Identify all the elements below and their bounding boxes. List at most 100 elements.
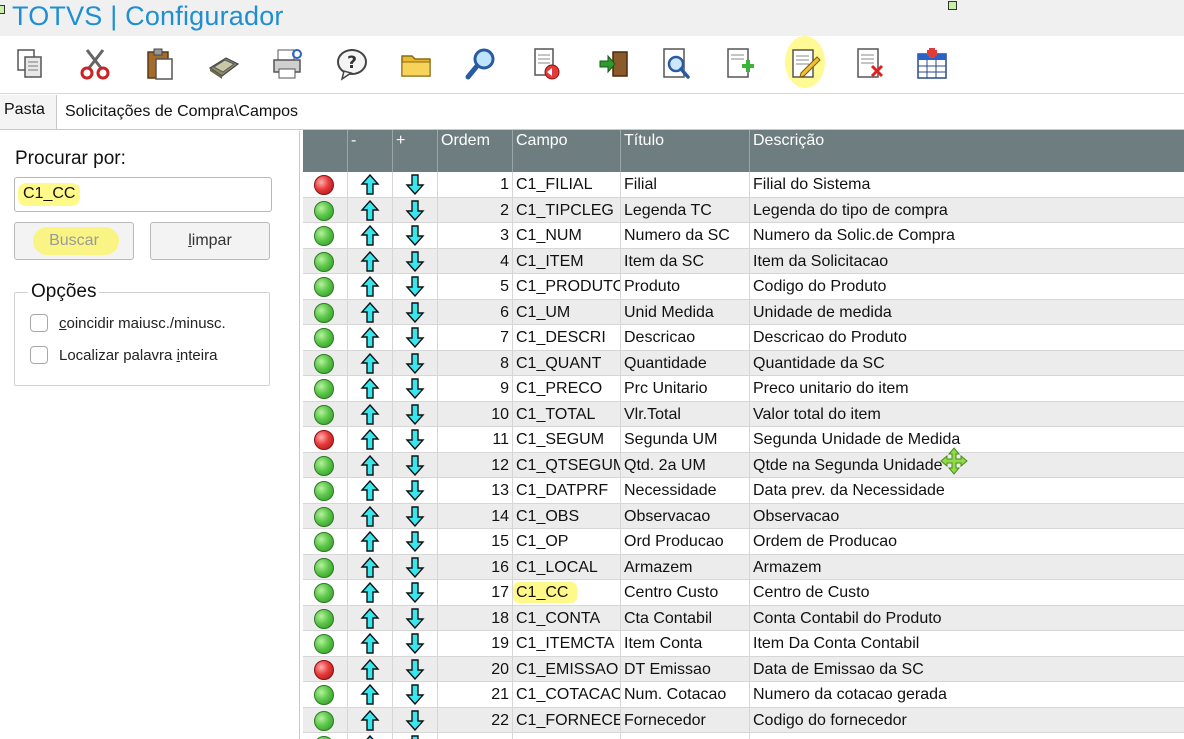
table-button[interactable] <box>910 42 954 86</box>
arrow-up-icon[interactable] <box>360 505 380 527</box>
move-up-cell[interactable] <box>348 656 393 682</box>
clear-button[interactable]: limpar <box>150 222 270 260</box>
move-down-cell[interactable] <box>393 274 438 299</box>
search-button[interactable] <box>459 42 503 86</box>
arrow-up-icon[interactable] <box>360 454 380 476</box>
move-down-cell[interactable] <box>393 376 438 401</box>
move-down-cell[interactable] <box>393 197 438 223</box>
arrow-down-icon[interactable] <box>405 199 425 221</box>
table-row[interactable]: 14 C1_OBS Observacao Observacao <box>303 503 1184 529</box>
arrow-up-icon[interactable] <box>360 428 380 450</box>
arrow-down-icon[interactable] <box>405 352 425 374</box>
table-row[interactable]: 21 C1_COTACAO Num. Cotacao Numero da cotaca… <box>303 682 1184 708</box>
arrow-down-icon[interactable] <box>405 429 425 451</box>
table-row[interactable]: 1 C1_FILIAL Filial Filial do Sistema <box>303 172 1184 198</box>
move-up-cell[interactable] <box>348 427 393 452</box>
move-up-cell[interactable] <box>348 401 393 427</box>
arrow-up-icon[interactable] <box>360 403 380 425</box>
delete-document-button[interactable] <box>848 42 892 86</box>
column-descricao[interactable]: Descrição <box>750 130 1184 172</box>
print-button[interactable] <box>266 42 310 86</box>
arrow-down-icon[interactable] <box>405 480 425 502</box>
arrow-down-icon[interactable] <box>405 658 425 680</box>
move-down-cell[interactable] <box>393 529 438 554</box>
move-down-cell[interactable] <box>393 172 438 197</box>
column-up[interactable]: - <box>348 130 393 172</box>
cut-button[interactable] <box>73 42 117 86</box>
move-up-cell[interactable] <box>348 325 393 350</box>
help-button[interactable]: ? <box>330 42 374 86</box>
arrow-down-icon[interactable] <box>405 505 425 527</box>
arrow-down-icon[interactable] <box>405 709 425 731</box>
open-folder-button[interactable] <box>394 42 438 86</box>
edit-document-button[interactable] <box>783 42 827 86</box>
move-down-cell[interactable] <box>393 733 438 739</box>
move-up-cell[interactable] <box>348 197 393 223</box>
move-up-cell[interactable] <box>348 707 393 733</box>
table-row[interactable]: 10 C1_TOTAL Vlr.Total Valor total do item <box>303 401 1184 427</box>
whole-word-checkbox[interactable] <box>30 346 48 364</box>
move-down-cell[interactable] <box>393 580 438 605</box>
arrow-up-icon[interactable] <box>360 734 380 739</box>
copy-button[interactable] <box>8 42 52 86</box>
arrow-down-icon[interactable] <box>405 454 425 476</box>
move-down-cell[interactable] <box>393 631 438 656</box>
move-up-cell[interactable] <box>348 682 393 707</box>
table-row[interactable]: 11 C1_SEGUM Segunda UM Segunda Unidade de M… <box>303 427 1184 453</box>
column-down[interactable]: + <box>393 130 438 172</box>
table-row[interactable]: 15 C1_OP Ord Producao Ordem de Producao <box>303 529 1184 555</box>
move-down-cell[interactable] <box>393 299 438 325</box>
table-row[interactable]: 8 C1_QUANT Quantidade Quantidade da SC <box>303 350 1184 376</box>
move-down-cell[interactable] <box>393 656 438 682</box>
table-row[interactable]: 17 C1_CC Centro Custo Centro de Custo <box>303 580 1184 606</box>
move-up-cell[interactable] <box>348 248 393 274</box>
table-row[interactable]: 5 C1_PRODUTO Produto Codigo do Produto <box>303 274 1184 300</box>
table-row[interactable]: 2 C1_TIPCLEG Legenda TC Legenda do tipo de … <box>303 197 1184 223</box>
move-down-cell[interactable] <box>393 248 438 274</box>
move-up-cell[interactable] <box>348 733 393 739</box>
column-status[interactable] <box>303 130 348 172</box>
arrow-up-icon[interactable] <box>360 326 380 348</box>
resize-handle-left-top[interactable] <box>0 5 5 14</box>
table-row[interactable]: 13 C1_DATPRF Necessidade Data prev. da Nece… <box>303 478 1184 504</box>
move-up-cell[interactable] <box>348 529 393 554</box>
arrow-down-icon[interactable] <box>405 531 425 553</box>
table-row[interactable]: 20 C1_EMISSAO DT Emissao Data de Emissao da… <box>303 656 1184 682</box>
move-down-cell[interactable] <box>393 605 438 631</box>
move-down-cell[interactable] <box>393 223 438 248</box>
arrow-up-icon[interactable] <box>360 377 380 399</box>
table-row[interactable]: 16 C1_LOCAL Armazem Armazem <box>303 554 1184 580</box>
move-up-cell[interactable] <box>348 503 393 529</box>
arrow-down-icon[interactable] <box>405 378 425 400</box>
move-up-cell[interactable] <box>348 376 393 401</box>
arrow-up-icon[interactable] <box>360 224 380 246</box>
resize-handle-top[interactable] <box>948 1 957 10</box>
arrow-up-icon[interactable] <box>360 199 380 221</box>
move-up-cell[interactable] <box>348 350 393 376</box>
move-up-cell[interactable] <box>348 631 393 656</box>
arrow-up-icon[interactable] <box>360 683 380 705</box>
arrow-up-icon[interactable] <box>360 581 380 603</box>
arrow-up-icon[interactable] <box>360 658 380 680</box>
arrow-up-icon[interactable] <box>360 352 380 374</box>
arrow-up-icon[interactable] <box>360 632 380 654</box>
move-down-cell[interactable] <box>393 350 438 376</box>
arrow-down-icon[interactable] <box>405 301 425 323</box>
path-field[interactable]: Solicitações de Compra\Campos <box>56 95 1184 129</box>
column-ordem[interactable]: Ordem <box>438 130 513 172</box>
preview-button[interactable] <box>654 42 698 86</box>
arrow-up-icon[interactable] <box>360 173 380 195</box>
arrow-down-icon[interactable] <box>405 735 425 739</box>
table-row[interactable]: 6 C1_UM Unid Medida Unidade de medida <box>303 299 1184 325</box>
move-down-cell[interactable] <box>393 427 438 452</box>
table-row[interactable]: 22 C1_FORNECE Fornecedor Codigo do forneced… <box>303 707 1184 733</box>
arrow-up-icon[interactable] <box>360 530 380 552</box>
exit-button[interactable] <box>592 42 636 86</box>
move-up-cell[interactable] <box>348 452 393 478</box>
move-down-cell[interactable] <box>393 707 438 733</box>
add-document-button[interactable] <box>718 42 762 86</box>
search-input[interactable]: C1_CC <box>14 177 272 212</box>
arrow-down-icon[interactable] <box>405 174 425 196</box>
arrow-down-icon[interactable] <box>405 327 425 349</box>
move-up-cell[interactable] <box>348 172 393 197</box>
